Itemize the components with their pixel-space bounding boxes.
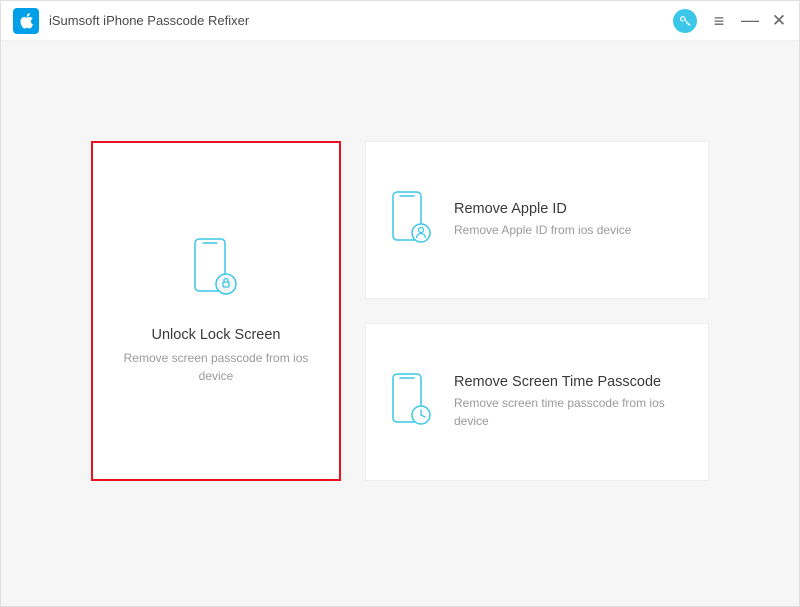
phone-clock-icon bbox=[392, 373, 432, 432]
unlock-card-desc: Remove screen passcode from ios device bbox=[113, 349, 319, 385]
apple-id-card-title: Remove Apple ID bbox=[454, 201, 682, 217]
screen-time-card-desc: Remove screen time passcode from ios dev… bbox=[454, 394, 682, 430]
app-window: iSumsoft iPhone Passcode Refixer ≡ — ✕ U… bbox=[0, 0, 800, 607]
remove-apple-id-card[interactable]: Remove Apple ID Remove Apple ID from ios… bbox=[365, 141, 709, 299]
screen-time-card-text: Remove Screen Time Passcode Remove scree… bbox=[454, 374, 682, 430]
apple-id-card-text: Remove Apple ID Remove Apple ID from ios… bbox=[454, 201, 682, 239]
unlock-card-title: Unlock Lock Screen bbox=[152, 327, 281, 343]
menu-button[interactable]: ≡ bbox=[711, 12, 727, 30]
phone-user-icon bbox=[392, 191, 432, 250]
key-button[interactable] bbox=[673, 9, 697, 33]
titlebar-controls: ≡ — ✕ bbox=[673, 9, 787, 33]
main-content: Unlock Lock Screen Remove screen passcod… bbox=[1, 41, 799, 606]
remove-screen-time-card[interactable]: Remove Screen Time Passcode Remove scree… bbox=[365, 323, 709, 481]
unlock-lock-screen-card[interactable]: Unlock Lock Screen Remove screen passcod… bbox=[91, 141, 341, 481]
app-title: iSumsoft iPhone Passcode Refixer bbox=[49, 13, 673, 28]
titlebar: iSumsoft iPhone Passcode Refixer ≡ — ✕ bbox=[1, 1, 799, 41]
screen-time-card-title: Remove Screen Time Passcode bbox=[454, 374, 682, 390]
app-logo-icon bbox=[13, 8, 39, 34]
apple-id-card-desc: Remove Apple ID from ios device bbox=[454, 221, 682, 239]
close-button[interactable]: ✕ bbox=[771, 12, 787, 29]
minimize-button[interactable]: — bbox=[741, 16, 757, 25]
phone-lock-icon bbox=[194, 238, 238, 301]
right-column: Remove Apple ID Remove Apple ID from ios… bbox=[365, 141, 709, 526]
